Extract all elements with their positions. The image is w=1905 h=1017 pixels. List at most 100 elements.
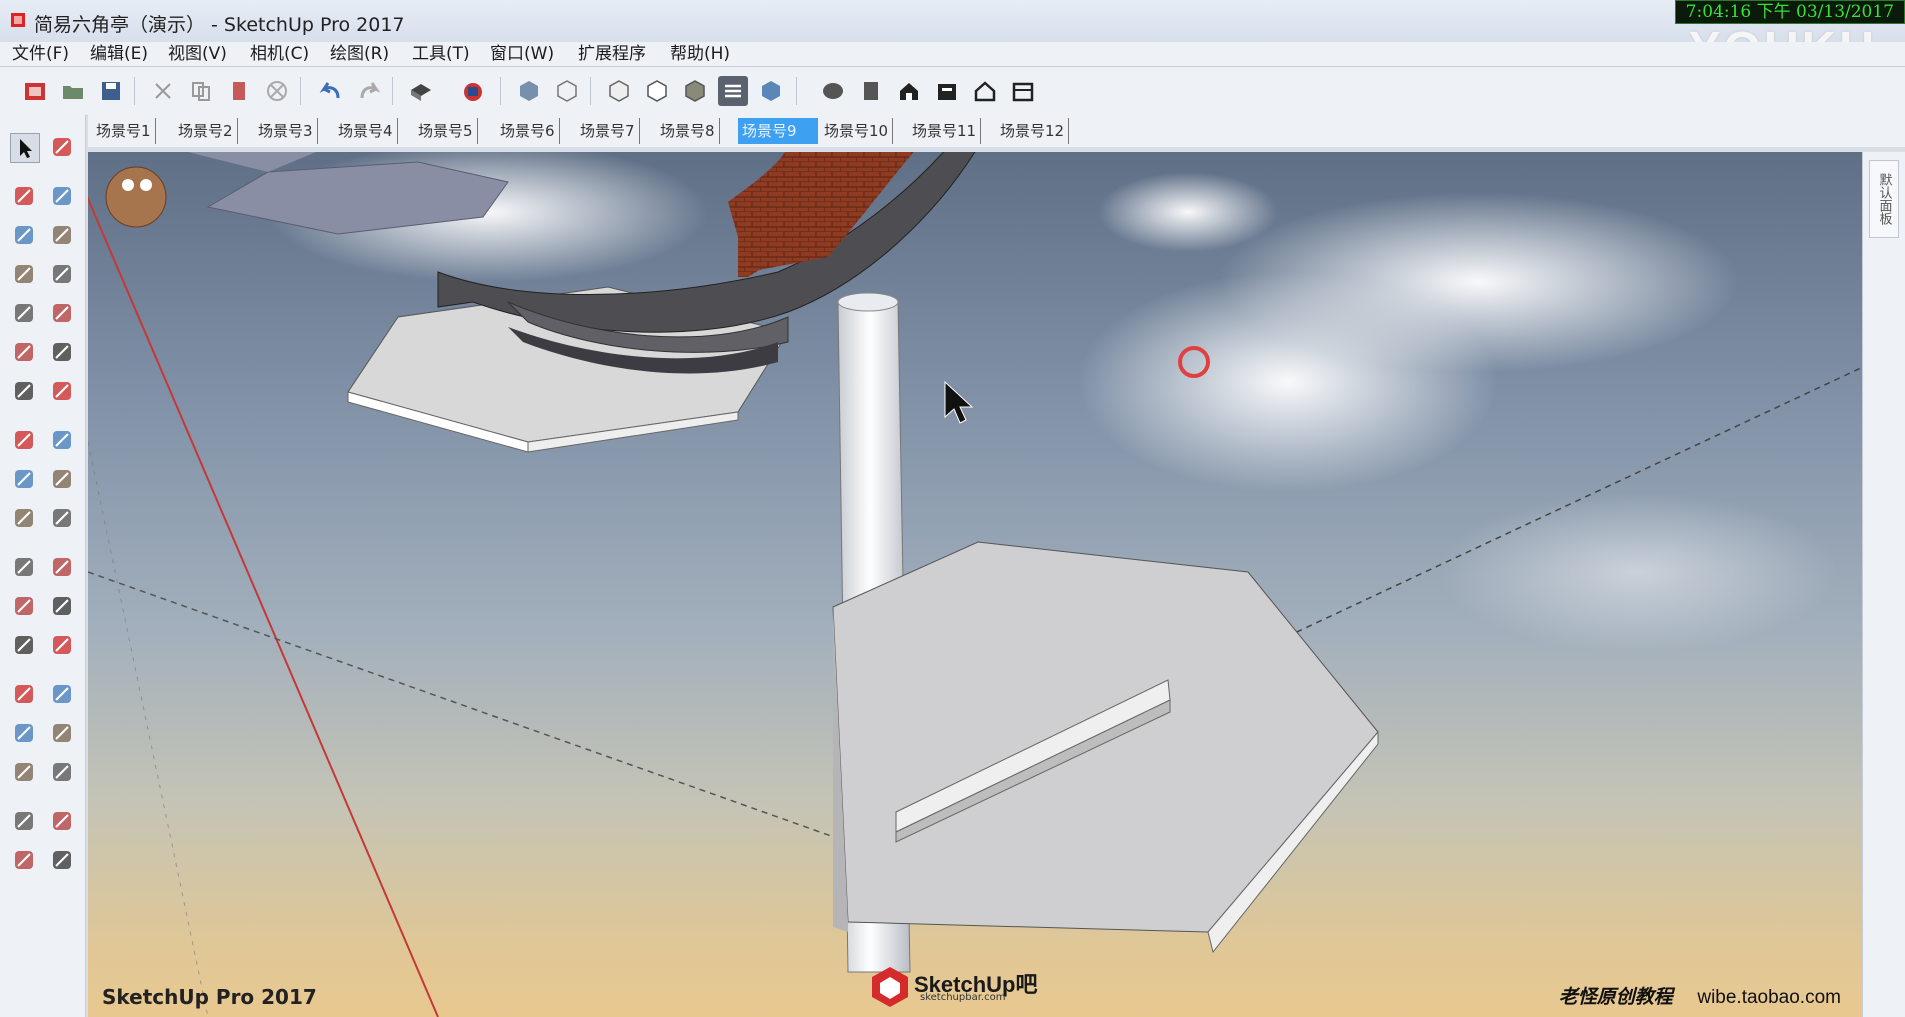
tab-scene-8[interactable]: 场景号8 — [656, 118, 720, 144]
menu-camera[interactable]: 相机(C) — [250, 43, 309, 65]
tab-scene-3[interactable]: 场景号3 — [254, 118, 318, 144]
paint-bucket-icon[interactable] — [10, 182, 38, 210]
wireframe-icon[interactable] — [552, 76, 582, 106]
three-point-arc-icon[interactable] — [48, 377, 76, 405]
push-pull-icon[interactable] — [48, 426, 76, 454]
tab-scene-2[interactable]: 场景号2 — [174, 118, 238, 144]
scale-icon[interactable] — [10, 504, 38, 532]
tab-scene-7[interactable]: 场景号7 — [576, 118, 640, 144]
copy-icon[interactable] — [186, 76, 216, 106]
3d-text-icon[interactable] — [48, 631, 76, 659]
protractor-icon[interactable] — [10, 592, 38, 620]
shaded-texture-icon[interactable] — [680, 76, 710, 106]
back-view-icon[interactable] — [932, 76, 962, 106]
zoom-extents-icon[interactable] — [10, 758, 38, 786]
eraser-icon[interactable] — [48, 182, 76, 210]
axis-dashed-line — [88, 571, 849, 843]
front-view-icon[interactable] — [856, 76, 886, 106]
offset-icon[interactable] — [48, 504, 76, 532]
menu-help[interactable]: 帮助(H) — [670, 43, 730, 65]
scene-tab-bar: 场景号1 场景号2 场景号3 场景号4 场景号5 场景号6 场景号7 场景号8 … — [88, 115, 1905, 147]
figure-avatar — [105, 166, 167, 228]
two-point-arc-icon[interactable] — [10, 377, 38, 405]
undo-icon[interactable] — [316, 76, 346, 106]
default-tray: 默认面板 — [1862, 152, 1905, 1017]
red-axis-line — [88, 196, 439, 1017]
axes-icon[interactable] — [10, 631, 38, 659]
top-view-icon[interactable] — [818, 76, 848, 106]
tab-scene-9[interactable]: 场景号9 — [738, 118, 818, 144]
clock-overlay: 7:04:16 下午 03/13/2017 — [1674, 0, 1905, 24]
menu-window[interactable]: 窗口(W) — [490, 43, 554, 65]
pan-icon[interactable] — [48, 680, 76, 708]
tab-scene-4[interactable]: 场景号4 — [334, 118, 398, 144]
cut-icon[interactable] — [148, 76, 178, 106]
xray-icon[interactable] — [514, 76, 544, 106]
section-plane-icon[interactable] — [48, 846, 76, 874]
tab-scene-1[interactable]: 场景号1 — [92, 118, 156, 144]
viewport-label: SketchUp Pro 2017 — [102, 985, 317, 1009]
new-model-icon[interactable] — [20, 76, 50, 106]
paste-icon[interactable] — [224, 76, 254, 106]
freehand-icon[interactable] — [48, 221, 76, 249]
tab-scene-11[interactable]: 场景号11 — [908, 118, 982, 144]
print-icon[interactable] — [406, 76, 436, 106]
move-icon[interactable] — [10, 426, 38, 454]
open-folder-icon[interactable] — [58, 76, 88, 106]
menu-edit[interactable]: 编辑(E) — [90, 43, 148, 65]
credit-chinese: 老怪原创教程 — [1558, 986, 1673, 1008]
orbit-icon[interactable] — [10, 680, 38, 708]
text-icon[interactable] — [48, 592, 76, 620]
tape-measure-icon[interactable] — [10, 553, 38, 581]
hidden-line-icon[interactable] — [604, 76, 634, 106]
menu-view[interactable]: 视图(V) — [168, 43, 227, 65]
redo-icon[interactable] — [354, 76, 384, 106]
component-icon[interactable] — [48, 133, 76, 161]
rectangle-icon[interactable] — [10, 260, 38, 288]
axis-dashed-line — [88, 441, 209, 1017]
model-viewport[interactable]: SketchUp Pro 2017 SketchUp吧 sketchupbar.… — [88, 152, 1863, 1017]
figure-avatar — [140, 179, 152, 191]
menu-tools[interactable]: 工具(T) — [412, 43, 470, 65]
shaded-icon[interactable] — [642, 76, 672, 106]
save-icon[interactable] — [96, 76, 126, 106]
menu-draw[interactable]: 绘图(R) — [330, 43, 389, 65]
iso-view-icon[interactable] — [756, 76, 786, 106]
zoom-window-icon[interactable] — [48, 719, 76, 747]
logo-url: sketchupbar.com — [920, 992, 1006, 1003]
look-around-icon[interactable] — [48, 807, 76, 835]
figure-avatar — [122, 179, 134, 191]
arc-icon[interactable] — [10, 338, 38, 366]
rotate-icon[interactable] — [10, 465, 38, 493]
select-arrow-icon[interactable] — [10, 133, 40, 163]
walk-icon[interactable] — [10, 846, 38, 874]
previous-view-icon[interactable] — [48, 758, 76, 786]
tab-scene-12[interactable]: 场景号12 — [996, 118, 1070, 144]
sketchup-app-icon — [11, 13, 25, 27]
pie-icon[interactable] — [48, 338, 76, 366]
follow-me-icon[interactable] — [48, 465, 76, 493]
model-info-icon[interactable] — [458, 76, 488, 106]
tab-scene-10[interactable]: 场景号10 — [820, 118, 894, 144]
line-pencil-icon[interactable] — [10, 221, 38, 249]
circle-icon[interactable] — [10, 299, 38, 327]
zoom-icon[interactable] — [10, 719, 38, 747]
credit-watermark: 老怪原创教程 wibe.taobao.com — [1559, 982, 1841, 1009]
dimension-icon[interactable] — [48, 553, 76, 581]
default-tray-tab[interactable]: 默认面板 — [1869, 160, 1899, 238]
cloud — [1438, 492, 1838, 652]
polygon-icon[interactable] — [48, 299, 76, 327]
erase-icon[interactable] — [262, 76, 292, 106]
left-view-icon[interactable] — [970, 76, 1000, 106]
menu-file[interactable]: 文件(F) — [12, 43, 69, 65]
tab-scene-6[interactable]: 场景号6 — [496, 118, 560, 144]
position-camera-icon[interactable] — [10, 807, 38, 835]
monochrome-icon[interactable] — [718, 76, 748, 106]
bottom-view-icon[interactable] — [1008, 76, 1038, 106]
cloud — [1098, 172, 1278, 252]
right-view-icon[interactable] — [894, 76, 924, 106]
menu-extensions[interactable]: 扩展程序 — [578, 43, 646, 65]
tab-scene-5[interactable]: 场景号5 — [414, 118, 478, 144]
rotated-rectangle-icon[interactable] — [48, 260, 76, 288]
roof-hexagon-panel — [188, 152, 316, 172]
